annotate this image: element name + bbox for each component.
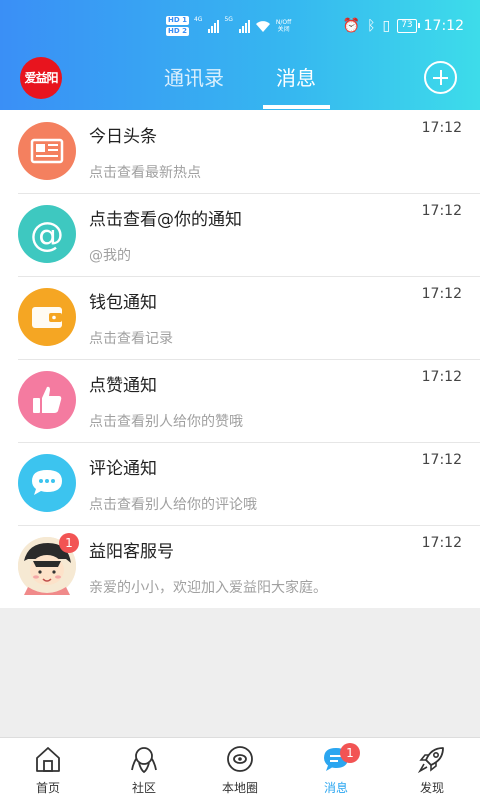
item-time: 17:12	[421, 535, 462, 551]
list-item-toutiao[interactable]: 今日头条 点击查看最新热点 17:12	[0, 110, 480, 193]
nav-label: 发现	[419, 781, 444, 795]
item-subtitle: 点击查看最新热点	[89, 165, 201, 181]
hd1-badge: HD 1	[166, 16, 189, 25]
signal-icon-2	[238, 19, 250, 33]
plus-circle-icon[interactable]	[424, 61, 457, 94]
item-time: 17:12	[421, 369, 462, 385]
app-header: HD 1 HD 2 4G 5G N/Off 关闭 ⏰ ᛒ ▯ 73 17:12 爱…	[0, 0, 480, 110]
item-title: 点赞通知	[89, 376, 157, 396]
nav-community[interactable]: 社区	[96, 738, 192, 800]
list-item-likes[interactable]: 点赞通知 点击查看别人给你的赞哦 17:12	[0, 359, 480, 442]
local-circle-icon	[227, 746, 253, 772]
tab-messages[interactable]: 消息	[276, 62, 316, 91]
network-type-2: 5G	[224, 16, 233, 23]
item-subtitle: 亲爱的小小，欢迎加入爱益阳大家庭。	[89, 580, 327, 596]
item-title: 评论通知	[89, 459, 157, 479]
app-logo[interactable]: 爱益阳	[20, 57, 62, 99]
rocket-icon	[417, 747, 444, 774]
item-time: 17:12	[421, 120, 462, 136]
status-bar: HD 1 HD 2 4G 5G N/Off 关闭 ⏰ ᛒ ▯ 73 17:12	[0, 0, 480, 56]
item-subtitle: @我的	[89, 248, 131, 264]
network-speed: N/Off 关闭	[275, 19, 292, 33]
status-left: HD 1 HD 2 4G 5G N/Off 关闭	[166, 16, 291, 36]
status-right: ⏰ ᛒ ▯ 73 17:12	[343, 18, 464, 34]
signal-icon	[208, 19, 220, 33]
item-time: 17:12	[421, 286, 462, 302]
nav-label: 本地圈	[221, 781, 258, 795]
list-item-customer-service[interactable]: 1 益阳客服号 亲爱的小小，欢迎加入爱益阳大家庭。 17:12	[0, 525, 480, 608]
nav-home[interactable]: 首页	[0, 738, 96, 800]
nav-unread-badge: 1	[340, 743, 360, 763]
nav-label: 社区	[131, 781, 156, 795]
battery-icon: 73	[397, 19, 421, 33]
message-list: 今日头条 点击查看最新热点 17:12 @ 点击查看@你的通知 @我的 17:1…	[0, 110, 480, 608]
item-subtitle: 点击查看别人给你的评论哦	[89, 497, 257, 513]
bottom-nav: 首页 社区 本地圈 1 消息 发现	[0, 737, 480, 800]
active-tab-indicator	[263, 105, 330, 109]
item-subtitle: 点击查看别人给你的赞哦	[89, 414, 243, 430]
community-icon	[131, 747, 157, 774]
thumbs-up-icon	[18, 371, 76, 429]
bluetooth-icon: ᛒ	[367, 18, 376, 34]
network-type-1: 4G	[193, 16, 203, 23]
unread-badge: 1	[59, 533, 79, 553]
clock: 17:12	[423, 18, 464, 34]
nav-label: 首页	[35, 781, 60, 795]
alarm-icon: ⏰	[342, 18, 361, 34]
item-subtitle: 点击查看记录	[89, 331, 173, 347]
wallet-icon	[18, 288, 76, 346]
hd2-badge: HD 2	[166, 27, 189, 36]
item-title: 点击查看@你的通知	[89, 210, 242, 230]
list-item-comments[interactable]: 评论通知 点击查看别人给你的评论哦 17:12	[0, 442, 480, 525]
item-time: 17:12	[421, 452, 462, 468]
list-item-wallet[interactable]: 钱包通知 点击查看记录 17:12	[0, 276, 480, 359]
vibrate-icon: ▯	[382, 18, 391, 34]
svg-text:@: @	[30, 215, 64, 255]
item-title: 钱包通知	[89, 293, 157, 313]
nav-local-circle[interactable]: 本地圈	[192, 738, 288, 800]
wifi-icon	[255, 21, 270, 32]
item-title: 今日头条	[89, 127, 157, 147]
newspaper-icon	[18, 122, 76, 180]
item-title: 益阳客服号	[89, 542, 174, 562]
at-icon: @	[18, 205, 76, 263]
home-icon	[36, 747, 60, 772]
hd-indicators: HD 1 HD 2	[166, 16, 189, 36]
tab-contacts[interactable]: 通讯录	[164, 62, 224, 91]
comment-icon	[18, 454, 76, 512]
nav-messages[interactable]: 1 消息	[288, 738, 384, 800]
item-time: 17:12	[421, 203, 462, 219]
list-item-mentions[interactable]: @ 点击查看@你的通知 @我的 17:12	[0, 193, 480, 276]
nav-label: 消息	[323, 781, 348, 795]
nav-discover[interactable]: 发现	[384, 738, 480, 800]
